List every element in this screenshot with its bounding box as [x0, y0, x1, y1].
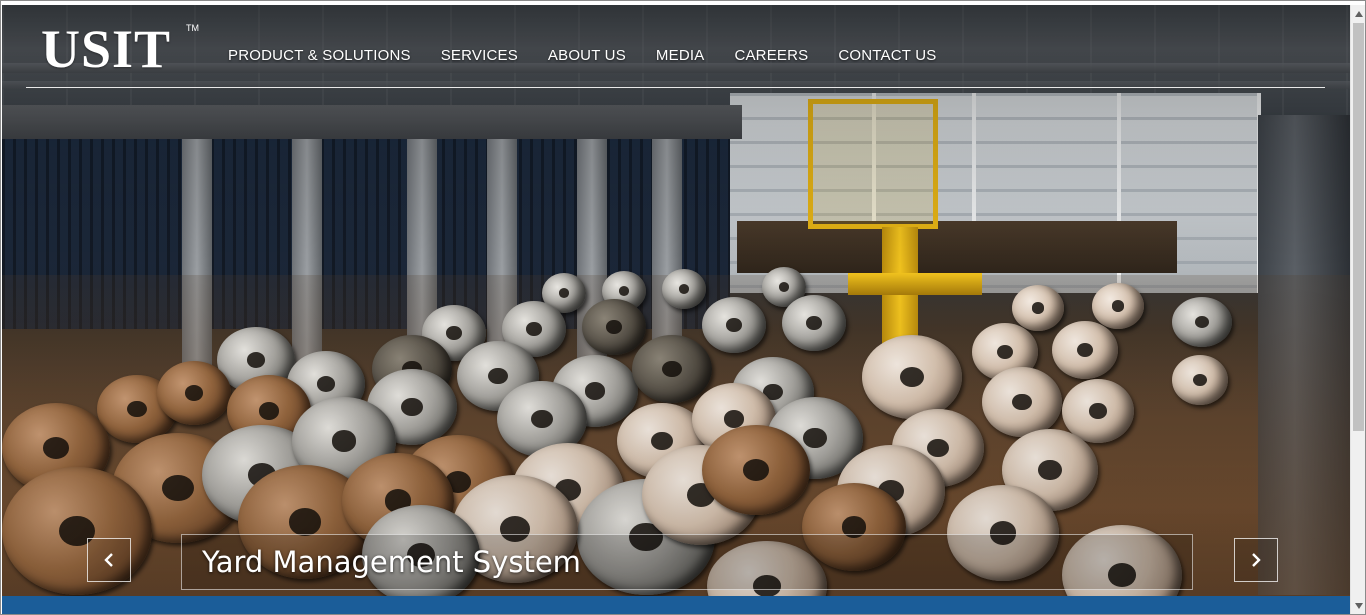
slide-caption-text: Yard Management System: [202, 545, 581, 579]
vertical-scrollbar[interactable]: [1350, 5, 1365, 614]
hero-image: [2, 5, 1350, 596]
nav-contact-us[interactable]: CONTACT US: [838, 47, 936, 65]
browser-viewport: USIT TM PRODUCT & SOLUTIONS SERVICES ABO…: [0, 0, 1366, 615]
chevron-right-icon: [1252, 553, 1261, 567]
nav-about-us[interactable]: ABOUT US: [548, 47, 626, 65]
slider-prev-button[interactable]: [87, 538, 131, 582]
logo[interactable]: USIT: [41, 19, 171, 79]
scrollbar-thumb[interactable]: [1353, 23, 1364, 431]
hero-overlay: [2, 5, 1350, 596]
slider-next-button[interactable]: [1234, 538, 1278, 582]
nav-media[interactable]: MEDIA: [656, 47, 705, 65]
scroll-down-arrow-icon[interactable]: [1351, 597, 1365, 614]
nav-careers[interactable]: CAREERS: [734, 47, 808, 65]
section-divider-bar: [2, 596, 1350, 614]
site-header: USIT TM PRODUCT & SOLUTIONS SERVICES ABO…: [26, 5, 1325, 88]
nav-product-solutions[interactable]: PRODUCT & SOLUTIONS: [228, 47, 411, 65]
main-nav: PRODUCT & SOLUTIONS SERVICES ABOUT US ME…: [228, 47, 936, 65]
slide-caption: Yard Management System: [181, 534, 1193, 590]
nav-services[interactable]: SERVICES: [441, 47, 518, 65]
chevron-left-icon: [104, 553, 113, 567]
logo-trademark: TM: [186, 23, 199, 33]
scroll-up-arrow-icon[interactable]: [1351, 5, 1365, 22]
